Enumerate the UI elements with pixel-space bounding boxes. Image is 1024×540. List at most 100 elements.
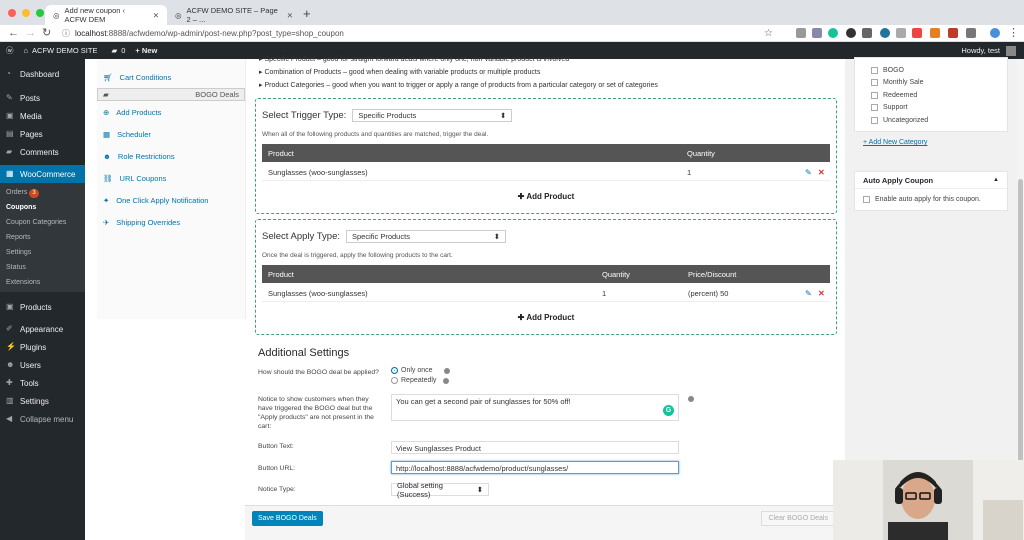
extension-icon[interactable] (796, 28, 806, 38)
sidebar-item-users[interactable]: ☻ Users (0, 356, 85, 374)
menu-kebab-icon[interactable]: ⋮ (1008, 25, 1019, 42)
category-checkbox[interactable]: Monthly Sale (855, 77, 1007, 90)
auto-apply-title[interactable]: Auto Apply Coupon ▲ (855, 172, 1007, 189)
clear-bogo-deals-button[interactable]: Clear BOGO Deals (761, 511, 835, 526)
close-tab-icon[interactable]: ✕ (287, 11, 293, 20)
grammarly-icon[interactable] (828, 28, 838, 38)
sidebar-item-posts[interactable]: ✎ Posts (0, 89, 85, 107)
extension-icon[interactable] (948, 28, 958, 38)
howdy-user[interactable]: Howdy, test (961, 46, 1000, 55)
profile-avatar[interactable] (990, 28, 1000, 38)
extension-icon[interactable] (812, 28, 822, 38)
new-tab-icon[interactable]: + (303, 6, 311, 21)
sidebar-item-woocommerce[interactable]: ▦ WooCommerce (0, 165, 85, 183)
radio-only-once[interactable]: Only once (391, 367, 450, 374)
tab-url-coupons[interactable]: ⛓︎ URL Coupons (97, 167, 245, 189)
collapse-menu-button[interactable]: ◀ Collapse menu (0, 410, 85, 428)
button-url-input[interactable]: http://localhost:8888/acfwdemo/product/s… (391, 461, 679, 474)
checkbox[interactable] (863, 195, 870, 203)
radio-circle-selected[interactable] (391, 367, 398, 374)
category-checkbox[interactable]: Support (855, 102, 1007, 115)
checkbox[interactable] (871, 104, 878, 112)
sidebar-item-plugins[interactable]: ⚡ Plugins (0, 338, 85, 356)
delete-x-icon[interactable]: ✕ (818, 289, 825, 298)
tab-one-click-apply[interactable]: ✦ One Click Apply Notification (97, 189, 245, 211)
tab-scheduler[interactable]: ▦ Scheduler (97, 123, 245, 145)
sidebar-item-comments[interactable]: ▰ Comments (0, 143, 85, 161)
sidebar-item-products[interactable]: ▣ Products (0, 298, 85, 316)
comment-count[interactable]: 0 (121, 46, 125, 55)
close-tab-icon[interactable]: ✕ (153, 11, 159, 20)
tab-role-restrictions[interactable]: ☻ Role Restrictions (97, 145, 245, 167)
wordpress-icon[interactable] (880, 28, 890, 38)
submenu-item-status[interactable]: Status (0, 260, 85, 275)
reload-icon[interactable]: ↻ (42, 25, 51, 42)
help-tip-icon[interactable] (688, 396, 694, 402)
submenu-item-orders[interactable]: Orders 3 (0, 185, 85, 200)
category-checkbox[interactable]: BOGO (855, 64, 1007, 77)
sidebar-item-pages[interactable]: ▤ Pages (0, 125, 85, 143)
edit-pencil-icon[interactable]: ✎ (805, 289, 812, 298)
button-text-input[interactable]: View Sunglasses Product (391, 441, 679, 454)
extension-icon[interactable] (862, 28, 872, 38)
checkbox[interactable] (871, 66, 878, 74)
sidebar-item-dashboard[interactable]: ◔ Dashboard (0, 65, 85, 83)
tab-cart-conditions[interactable]: 🛒︎ Cart Conditions (97, 66, 245, 88)
close-window-dot[interactable] (8, 9, 16, 17)
sidebar-item-settings[interactable]: ▥ Settings (0, 392, 85, 410)
trigger-type-select[interactable]: Specific Products ⬍ (352, 109, 513, 122)
forward-icon[interactable]: → (25, 25, 36, 42)
col-product: Product (268, 270, 294, 279)
browser-tab[interactable]: ◎ ACFW DEMO SITE – Page 2 – ... ✕ (167, 5, 301, 25)
apply-add-product-button[interactable]: ✚ Add Product (256, 313, 836, 322)
collapse-arrow-icon[interactable]: ▲ (993, 177, 999, 183)
scrollbar-thumb[interactable] (1018, 179, 1023, 479)
help-tip-icon[interactable] (443, 367, 450, 374)
notice-textarea[interactable]: You can get a second pair of sunglasses … (391, 394, 679, 421)
extension-icon[interactable] (912, 28, 922, 38)
bookmark-star-icon[interactable]: ☆ (764, 25, 773, 42)
comment-icon[interactable]: ▰ (111, 46, 117, 55)
checkbox[interactable] (871, 91, 878, 99)
sidebar-item-appearance[interactable]: ✐ Appearance (0, 320, 85, 338)
minimize-window-dot[interactable] (22, 9, 30, 17)
url-field[interactable]: ⓘ localhost:8888/acfwdemo/wp-admin/post-… (62, 27, 752, 40)
category-checkbox[interactable]: Redeemed (855, 89, 1007, 102)
new-content-link[interactable]: + New (135, 46, 157, 55)
checkbox[interactable] (871, 79, 878, 87)
radio-repeatedly[interactable]: Repeatedly (391, 377, 450, 384)
checkbox[interactable] (871, 116, 878, 124)
tab-shipping-overrides[interactable]: ✈︎ Shipping Overrides (97, 211, 245, 233)
extension-icon[interactable] (966, 28, 976, 38)
delete-x-icon[interactable]: ✕ (818, 168, 825, 177)
sidebar-item-media[interactable]: ▣ Media (0, 107, 85, 125)
submenu-item-extensions[interactable]: Extensions (0, 275, 85, 290)
sidebar-item-tools[interactable]: ✚ Tools (0, 374, 85, 392)
back-icon[interactable]: ← (8, 25, 19, 42)
extension-icon[interactable] (896, 28, 906, 38)
submenu-item-coupon-categories[interactable]: Coupon Categories (0, 215, 85, 230)
grammarly-icon[interactable]: G (663, 405, 674, 416)
edit-pencil-icon[interactable]: ✎ (805, 168, 812, 177)
wordpress-logo-icon[interactable]: ⓦ (6, 45, 14, 56)
tab-bogo-deals[interactable]: ▰ BOGO Deals (97, 88, 245, 101)
auto-apply-option[interactable]: Enable auto apply for this coupon. (855, 189, 1007, 209)
submenu-item-settings[interactable]: Settings (0, 245, 85, 260)
radio-circle[interactable] (391, 377, 398, 384)
avatar[interactable] (1006, 46, 1016, 56)
category-checkbox[interactable]: Uncategorized (855, 114, 1007, 127)
site-name[interactable]: ACFW DEMO SITE (32, 46, 97, 55)
submenu-item-coupons[interactable]: Coupons (0, 200, 85, 215)
extension-icon[interactable] (930, 28, 940, 38)
notice-type-select[interactable]: Global setting (Success) ⬍ (391, 481, 489, 499)
save-bogo-deals-button[interactable]: Save BOGO Deals (252, 511, 323, 526)
submenu-item-reports[interactable]: Reports (0, 230, 85, 245)
extension-icon[interactable] (846, 28, 856, 38)
add-new-category-link[interactable]: + Add New Category (863, 139, 927, 146)
help-tip-icon[interactable] (443, 377, 450, 384)
zoom-window-dot[interactable] (36, 9, 44, 17)
browser-tab-active[interactable]: ◎ Add new coupon ‹ ACFW DEM ✕ (45, 5, 167, 25)
apply-type-select[interactable]: Specific Products ⬍ (346, 230, 506, 243)
tab-add-products[interactable]: ⊕ Add Products (97, 101, 245, 123)
trigger-add-product-button[interactable]: ✚ Add Product (256, 192, 836, 201)
